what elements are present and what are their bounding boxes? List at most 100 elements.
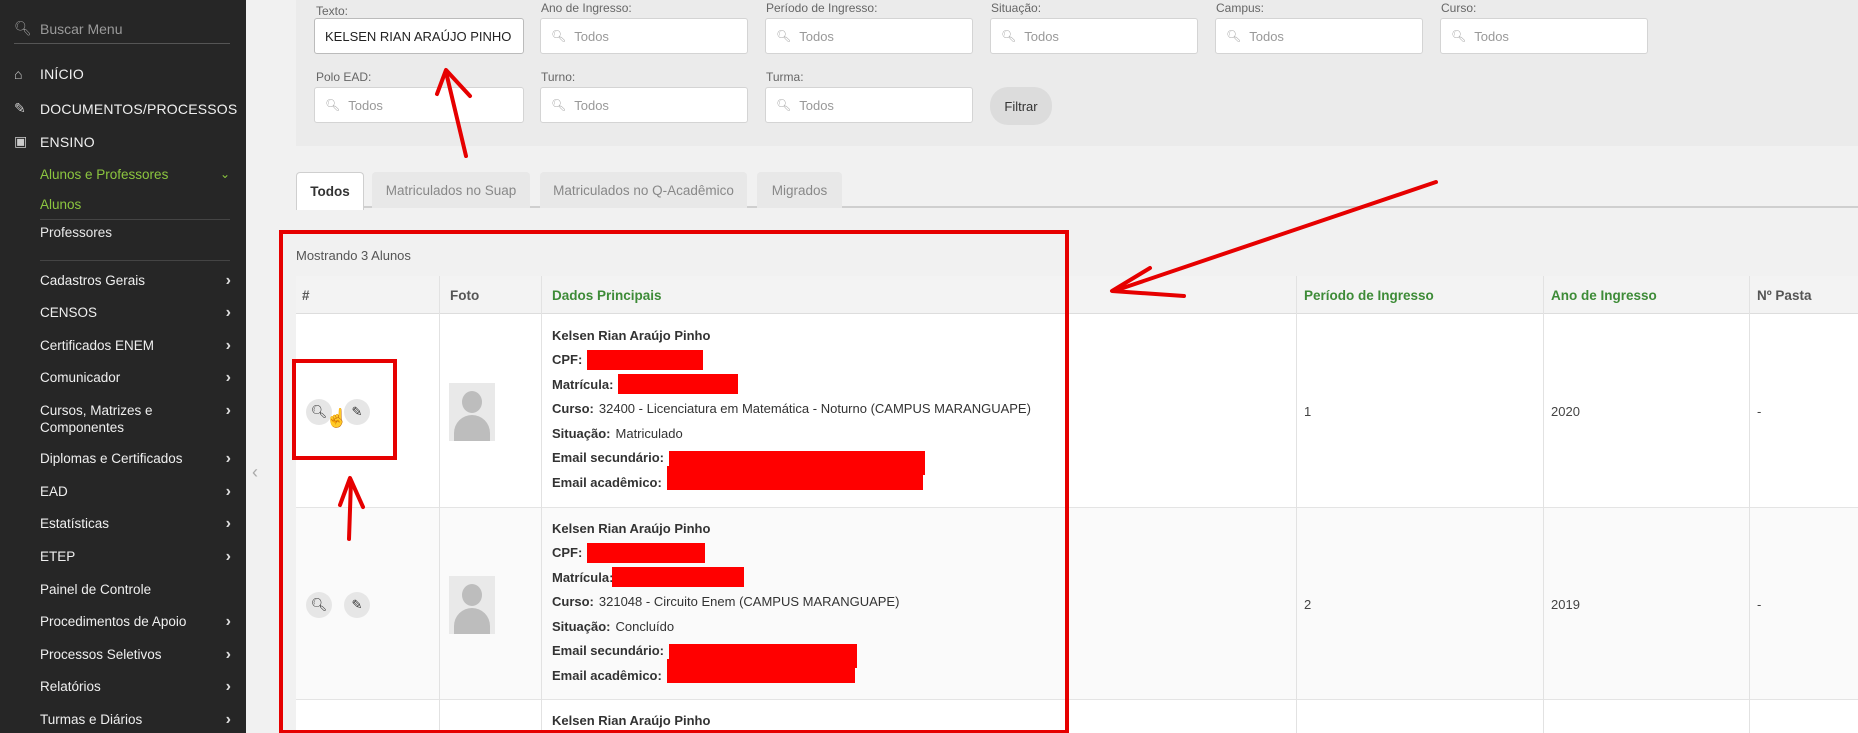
edit-button[interactable]: ✎: [344, 592, 370, 618]
texto-input[interactable]: KELSEN RIAN ARAÚJO PINHO: [314, 18, 524, 54]
matricula-label: Matrícula:: [552, 376, 614, 392]
sidebar-item-estatisticas[interactable]: Estatísticas ›: [40, 515, 235, 532]
sidebar-item-label: ETEP: [40, 549, 76, 564]
redacted-email-academico: [666, 466, 923, 491]
table-row: Kelsen Rian Araújo Pinho: [296, 700, 1858, 733]
chevron-right-icon: ›: [225, 450, 231, 467]
sidebar-item-alunos[interactable]: Alunos: [40, 197, 81, 212]
tab-matriculados-q-academico[interactable]: Matriculados no Q-Acadêmico: [540, 172, 747, 208]
ano-cell: 2019: [1551, 597, 1580, 612]
sidebar-item-label: Cursos, Matrizes e Componentes: [40, 403, 153, 435]
column-divider: [541, 276, 542, 733]
matricula-label: Matrícula:: [552, 569, 614, 585]
document-icon: ✎: [14, 100, 26, 116]
curso-value: 32400 - Licenciatura em Matemática - Not…: [598, 401, 1031, 417]
sidebar-item-painel-controle[interactable]: Painel de Controle: [40, 581, 235, 598]
nav-inicio-label: INÍCIO: [40, 66, 84, 82]
email-secundario-label: Email secundário:: [552, 643, 664, 659]
sidebar: 🔍︎ Buscar Menu ⌂ INÍCIO ✎ DOCUMENTOS/PRO…: [0, 0, 246, 733]
sidebar-item-label: Turmas e Diários: [40, 712, 143, 727]
divider: [40, 219, 230, 220]
table-row: 🔍︎ ✎ ☝ Kelsen Rian Araújo Pinho CPF: Mat…: [296, 315, 1858, 508]
search-icon: 🔍︎: [1001, 29, 1017, 43]
sidebar-item-turmas-diarios[interactable]: Turmas e Diários ›: [40, 711, 235, 728]
nav-ensino[interactable]: ▣ ENSINO: [14, 133, 95, 150]
view-button[interactable]: 🔍︎: [306, 592, 332, 618]
sidebar-item-label: Certificados ENEM: [40, 338, 155, 353]
sidebar-item-label: Diplomas e Certificados: [40, 451, 183, 466]
sidebar-item-alunos-professores[interactable]: Alunos e Professores ⌄: [40, 167, 230, 182]
home-icon: ⌂: [14, 66, 23, 82]
email-academico-label: Email acadêmico:: [552, 474, 662, 490]
situacao-select[interactable]: 🔍︎ Todos: [990, 18, 1198, 54]
search-icon: 🔍︎: [310, 597, 328, 612]
redacted-matricula: [618, 374, 739, 395]
col-header-periodo[interactable]: Período de Ingresso: [1304, 288, 1434, 303]
curso-value: 321048 - Circuito Enem (CAMPUS MARANGUAP…: [598, 594, 900, 610]
nav-documentos[interactable]: ✎ DOCUMENTOS/PROCESSOS: [14, 100, 237, 117]
chevron-down-icon: ⌄: [220, 167, 231, 181]
sidebar-item-ead[interactable]: EAD ›: [40, 483, 235, 500]
filter-button[interactable]: Filtrar: [990, 87, 1052, 125]
sidebar-item-label: Processos Seletivos: [40, 647, 162, 662]
search-icon: 🔍︎: [551, 29, 567, 43]
sidebar-item-cadastros-gerais[interactable]: Cadastros Gerais ›: [40, 272, 235, 289]
tab-todos[interactable]: Todos: [296, 172, 364, 210]
search-icon: 🔍︎: [1451, 29, 1467, 43]
avatar: [449, 576, 495, 634]
table-header: # Foto Dados Principais Período de Ingre…: [296, 276, 1858, 314]
sidebar-item-etep[interactable]: ETEP ›: [40, 548, 235, 565]
sidebar-item-censos[interactable]: CENSOS ›: [40, 304, 235, 321]
filter-label: Curso:: [1441, 1, 1477, 15]
student-name[interactable]: Kelsen Rian Araújo Pinho: [552, 516, 899, 541]
filter-label: Período de Ingresso:: [766, 1, 878, 15]
col-header-foto: Foto: [450, 288, 480, 303]
sidebar-item-label: Cadastros Gerais: [40, 273, 146, 288]
chevron-right-icon: ›: [225, 402, 231, 419]
periodo-ingresso-value: Todos: [799, 28, 834, 44]
polo-ead-select[interactable]: 🔍︎ Todos: [314, 87, 524, 123]
menu-search[interactable]: 🔍︎ Buscar Menu: [14, 14, 230, 44]
sidebar-item-professores[interactable]: Professores: [40, 225, 112, 240]
situacao-value: Concluído: [615, 618, 675, 634]
col-header-dados[interactable]: Dados Principais: [552, 288, 662, 303]
sidebar-item-cursos[interactable]: Cursos, Matrizes e Componentes ›: [40, 402, 231, 436]
redacted-matricula: [612, 567, 745, 588]
filter-label: Turno:: [541, 70, 576, 84]
tab-migrados[interactable]: Migrados: [757, 172, 842, 208]
sidebar-item-relatorios[interactable]: Relatórios ›: [40, 678, 235, 695]
sidebar-item-comunicador[interactable]: Comunicador ›: [40, 369, 235, 386]
nav-inicio[interactable]: ⌂ INÍCIO: [14, 66, 84, 82]
chevron-right-icon: ›: [225, 304, 231, 321]
turno-value: Todos: [574, 97, 609, 113]
sidebar-item-procedimentos[interactable]: Procedimentos de Apoio ›: [40, 613, 235, 630]
column-divider: [1296, 276, 1297, 733]
sidebar-item-processos-seletivos[interactable]: Processos Seletivos ›: [40, 646, 235, 663]
student-name[interactable]: Kelsen Rian Araújo Pinho: [552, 708, 710, 733]
student-name[interactable]: Kelsen Rian Araújo Pinho: [552, 323, 1031, 348]
sidebar-item-certificados-enem[interactable]: Certificados ENEM ›: [40, 337, 235, 354]
periodo-cell: 2: [1304, 597, 1312, 612]
ano-cell: 2020: [1551, 404, 1580, 419]
sidebar-item-diplomas[interactable]: Diplomas e Certificados ›: [40, 450, 235, 467]
ano-ingresso-select[interactable]: 🔍︎ Todos: [540, 18, 748, 54]
collapse-sidebar-icon[interactable]: ‹: [252, 462, 258, 483]
pasta-cell: -: [1757, 597, 1762, 612]
edit-icon: ✎: [351, 404, 363, 419]
table-row: 🔍︎ ✎ Kelsen Rian Araújo Pinho CPF: Matrí…: [296, 508, 1858, 700]
divider: [40, 260, 230, 261]
col-header-pasta: Nº Pasta: [1757, 288, 1812, 303]
turno-select[interactable]: 🔍︎ Todos: [540, 87, 748, 123]
col-header-ano[interactable]: Ano de Ingresso: [1551, 288, 1657, 303]
curso-select[interactable]: 🔍︎ Todos: [1440, 18, 1648, 54]
tab-matriculados-suap[interactable]: Matriculados no Suap: [372, 172, 530, 208]
periodo-cell: 1: [1304, 404, 1312, 419]
campus-select[interactable]: 🔍︎ Todos: [1215, 18, 1423, 54]
redacted-cpf: [587, 349, 704, 370]
periodo-ingresso-select[interactable]: 🔍︎ Todos: [765, 18, 973, 54]
turma-select[interactable]: 🔍︎ Todos: [765, 87, 973, 123]
situacao-value: Matriculado: [615, 425, 683, 441]
sidebar-item-professores-label: Professores: [40, 225, 113, 240]
column-divider: [1749, 276, 1750, 733]
hand-cursor-icon: ☝: [325, 407, 349, 428]
